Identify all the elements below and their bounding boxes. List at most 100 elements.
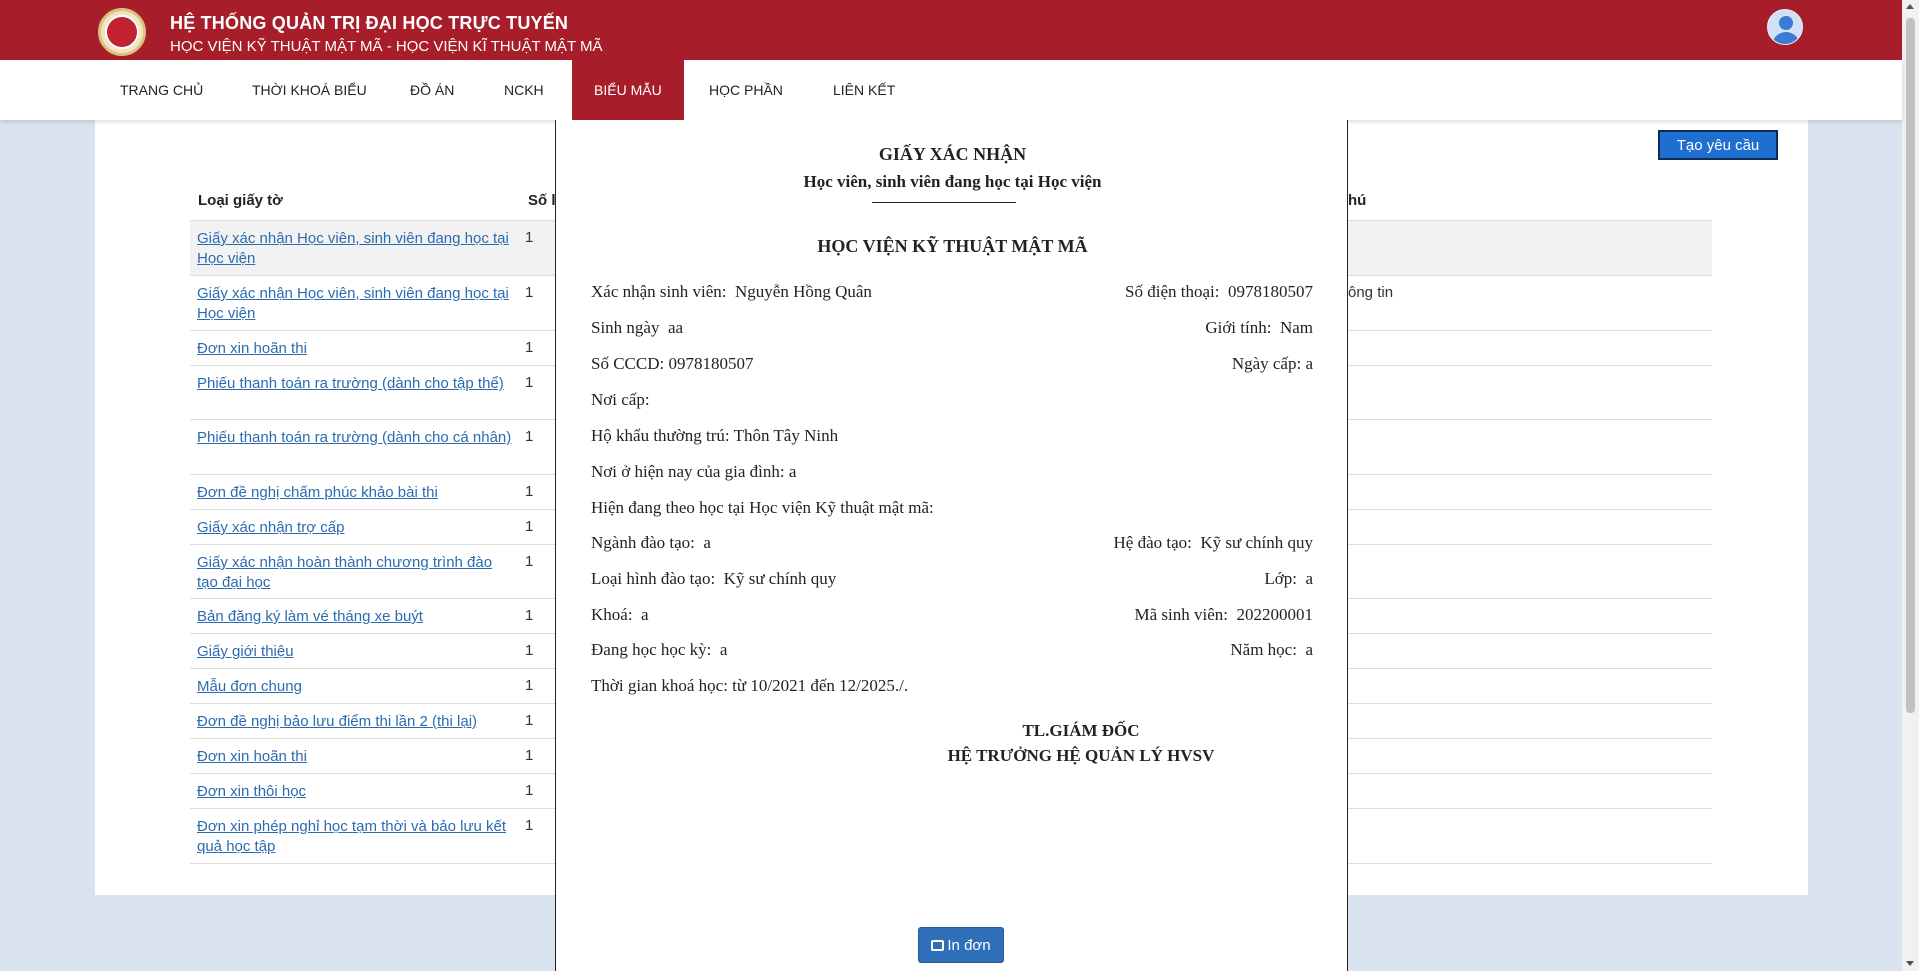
doc-year-line: Năm học: a <box>1230 640 1313 660</box>
print-button-label: In đơn <box>947 936 991 954</box>
row-note: ông tin <box>1348 284 1394 301</box>
column-header-note: hú <box>1348 192 1367 209</box>
nav-courses[interactable]: HỌC PHẦN <box>687 60 805 120</box>
app-subtitle: HỌC VIỆN KỸ THUẬT MẬT MÃ - HỌC VIỆN KĨ T… <box>170 38 603 55</box>
doc-major-label: Ngành đào tạo: <box>591 533 695 552</box>
doc-semester-line: Đang học học kỳ: a <box>591 640 727 660</box>
form-link[interactable]: Đơn đề nghị bảo lưu điểm thi lần 2 (thi … <box>197 712 517 732</box>
form-link[interactable]: Giấy xác nhận hoàn thành chương trình đà… <box>197 553 517 593</box>
form-quantity: 1 <box>525 712 534 729</box>
create-request-button[interactable]: Tạo yêu cầu <box>1658 130 1778 160</box>
doc-class-line: Lớp: a <box>1264 569 1313 589</box>
form-link[interactable]: Đơn xin thôi học <box>197 782 517 802</box>
doc-type-label: Loại hình đào tạo: <box>591 569 716 588</box>
doc-semester: a <box>719 640 728 659</box>
doc-student-id-line: Mã sinh viên: 202200001 <box>1135 605 1314 625</box>
doc-student-id: 202200001 <box>1236 605 1314 624</box>
form-link[interactable]: Giấy giới thiệu <box>197 642 517 662</box>
form-quantity: 1 <box>525 284 534 301</box>
doc-class-label: Lớp: <box>1264 569 1297 588</box>
doc-signature-role: HỆ TRƯỞNG HỆ QUẢN LÝ HVSV <box>947 746 1215 765</box>
form-quantity: 1 <box>525 483 534 500</box>
top-header: HỆ THỐNG QUẢN TRỊ ĐẠI HỌC TRỰC TUYẾN HỌC… <box>0 0 1902 60</box>
scroll-down-arrow-icon[interactable] <box>1906 961 1914 966</box>
logo-emblem <box>105 15 139 49</box>
academy-logo[interactable] <box>98 8 146 56</box>
doc-dob: aa <box>667 318 684 337</box>
doc-gender-label: Giới tính: <box>1205 318 1272 337</box>
doc-id-line: Số CCCD: 0978180507 <box>591 354 753 374</box>
doc-major: a <box>703 533 711 552</box>
doc-residence: Thôn Tây Ninh <box>733 426 839 445</box>
form-link[interactable]: Bản đăng ký làm vé tháng xe buýt <box>197 607 517 627</box>
doc-year: a <box>1305 640 1313 659</box>
doc-issue-place-label: Nơi cấp: <box>591 390 650 409</box>
doc-title-rule <box>872 202 1016 203</box>
nav-links[interactable]: LIÊN KẾT <box>811 60 917 120</box>
doc-id-number: 0978180507 <box>668 354 754 373</box>
doc-title: GIẤY XÁC NHẬN <box>878 144 1027 164</box>
app-title: HỆ THỐNG QUẢN TRỊ ĐẠI HỌC TRỰC TUYẾN <box>170 13 569 33</box>
form-quantity: 1 <box>525 229 534 246</box>
form-quantity: 1 <box>525 607 534 624</box>
page-scrollbar[interactable] <box>1902 0 1919 971</box>
nav-home[interactable]: TRANG CHỦ <box>98 60 225 120</box>
form-link[interactable]: Đơn xin hoãn thi <box>197 339 517 359</box>
nav-project[interactable]: ĐỒ ÁN <box>388 60 476 120</box>
doc-dob-label: Sinh ngày <box>591 318 660 337</box>
form-link[interactable]: Giấy xác nhận Học viên, sinh viên đang h… <box>197 229 517 269</box>
doc-id-label: Số CCCD: <box>591 354 665 373</box>
form-link[interactable]: Đơn xin phép nghỉ học tạm thời và bảo lư… <box>197 817 517 857</box>
doc-cohort-label: Khoá: <box>591 605 633 624</box>
column-header-doc-type: Loại giấy tờ <box>198 192 283 209</box>
doc-student-label: Xác nhận sinh viên: <box>591 282 727 301</box>
scroll-thumb[interactable] <box>1906 18 1915 713</box>
doc-phone-label: Số điện thoại: <box>1125 282 1220 301</box>
print-form-button[interactable]: In đơn <box>918 927 1004 963</box>
doc-studying-line: Hiện đang theo học tại Học viện Kỹ thuật… <box>591 498 934 517</box>
nav-timetable[interactable]: THỜI KHOÁ BIỂU <box>230 60 389 120</box>
user-avatar-icon[interactable] <box>1767 9 1803 45</box>
doc-current-address-line: Nơi ở hiện nay của gia đình: a <box>591 462 796 482</box>
form-link[interactable]: Giấy xác nhận trợ cấp <box>197 518 517 538</box>
doc-gender-line: Giới tính: Nam <box>1205 318 1313 338</box>
doc-residence-line: Hộ khẩu thường trú: Thôn Tây Ninh <box>591 426 838 446</box>
doc-gender: Nam <box>1279 318 1313 337</box>
doc-type: Kỹ sư chính quy <box>723 569 837 588</box>
form-link[interactable]: Phiếu thanh toán ra trường (dành cho cá … <box>197 428 517 448</box>
form-quantity: 1 <box>525 428 534 445</box>
form-quantity: 1 <box>525 518 534 535</box>
doc-current-address: a <box>788 462 797 481</box>
doc-issue-date-label: Ngày cấp: <box>1231 354 1302 373</box>
doc-semester-label: Đang học học kỳ: <box>591 640 712 659</box>
doc-cohort-line: Khoá: a <box>591 605 649 625</box>
doc-cohort: a <box>641 605 649 624</box>
form-link[interactable]: Đơn xin hoãn thi <box>197 747 517 767</box>
form-quantity: 1 <box>525 677 534 694</box>
doc-student-name: Nguyễn Hồng Quân <box>735 282 872 301</box>
form-link[interactable]: Giấy xác nhận Học viên, sinh viên đang h… <box>197 284 517 324</box>
nav-forms[interactable]: BIỂU MẪU <box>572 60 684 120</box>
doc-signature-title: TL.GIÁM ĐỐC <box>1022 721 1140 740</box>
doc-subtitle: Học viên, sinh viên đang học tại Học việ… <box>803 172 1102 191</box>
doc-system-label: Hệ đào tạo: <box>1113 533 1192 552</box>
form-link[interactable]: Mẫu đơn chung <box>197 677 517 697</box>
doc-year-label: Năm học: <box>1230 640 1297 659</box>
doc-dob-line: Sinh ngày aa <box>591 318 683 338</box>
doc-system-line: Hệ đào tạo: Kỹ sư chính quy <box>1114 533 1313 553</box>
doc-issue-date-line: Ngày cấp: a <box>1232 354 1313 374</box>
doc-issue-date: a <box>1305 354 1313 373</box>
doc-student-id-label: Mã sinh viên: <box>1134 605 1229 624</box>
scroll-up-arrow-icon[interactable] <box>1906 4 1914 9</box>
form-quantity: 1 <box>525 553 534 570</box>
doc-institution: HỌC VIỆN KỸ THUẬT MẬT MÃ <box>817 236 1088 256</box>
doc-phone-line: Số điện thoại: 0978180507 <box>1125 282 1313 302</box>
nav-research[interactable]: NCKH <box>482 60 566 120</box>
doc-current-address-label: Nơi ở hiện nay của gia đình: <box>591 462 785 481</box>
form-quantity: 1 <box>525 339 534 356</box>
doc-student-line: Xác nhận sinh viên: Nguyễn Hồng Quân <box>591 282 872 302</box>
form-link[interactable]: Phiếu thanh toán ra trường (dành cho tập… <box>197 374 517 394</box>
doc-major-line: Ngành đào tạo: a <box>591 533 711 553</box>
doc-class: a <box>1305 569 1313 588</box>
form-link[interactable]: Đơn đề nghị chấm phúc khảo bài thi <box>197 483 517 503</box>
